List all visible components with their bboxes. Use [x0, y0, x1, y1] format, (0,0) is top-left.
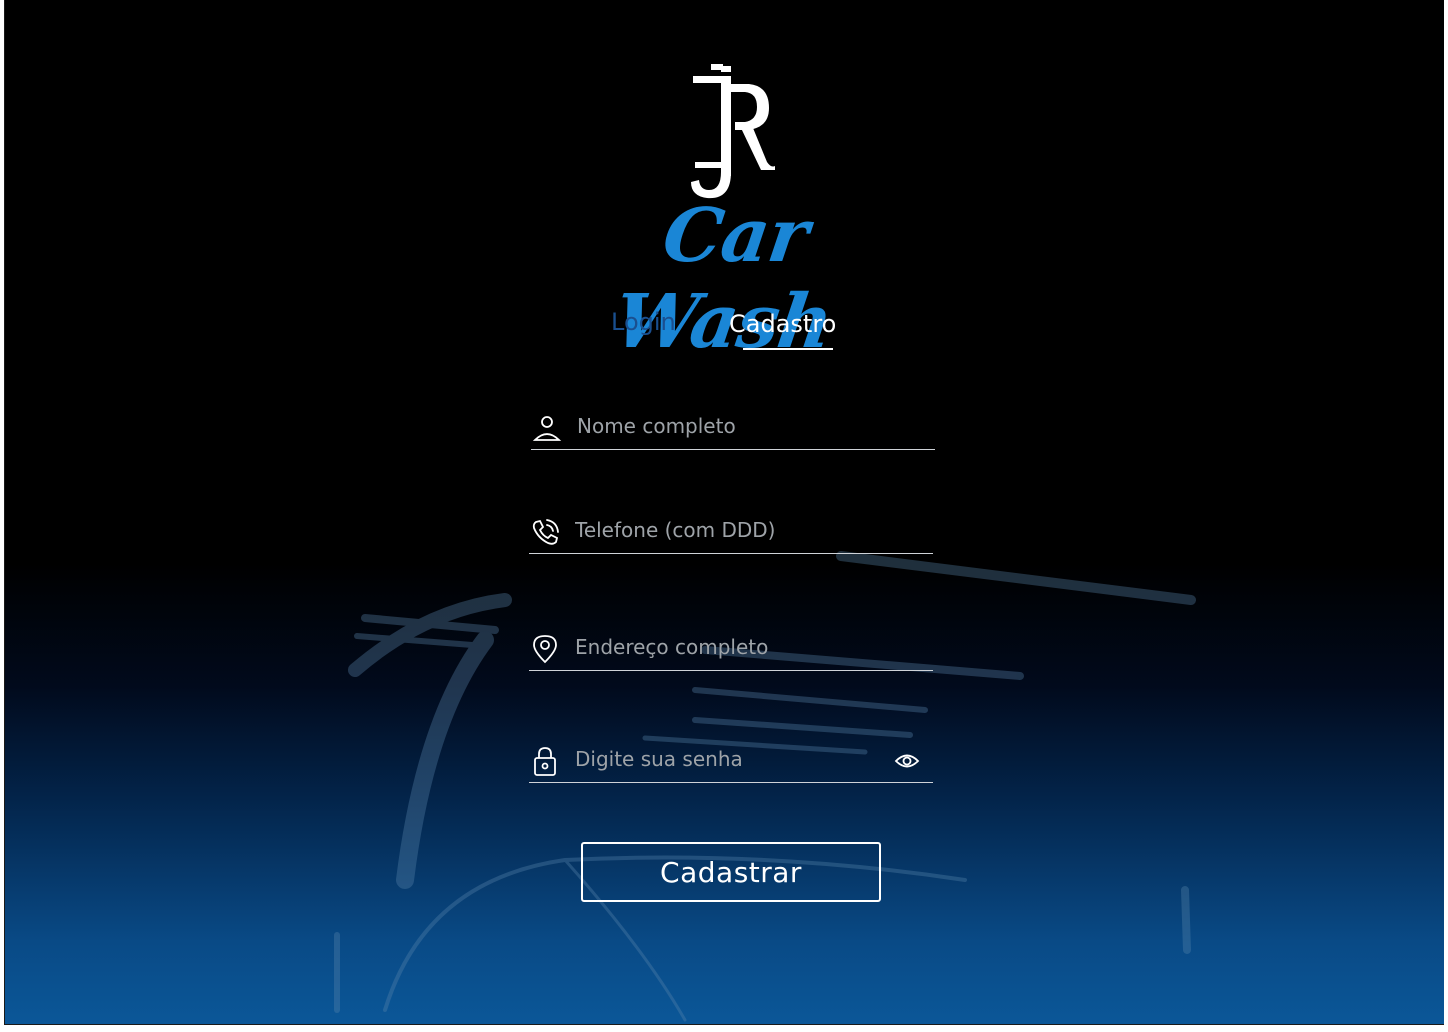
phone-field — [529, 510, 933, 554]
tab-cadastro[interactable]: Cadastro — [729, 310, 836, 338]
user-icon — [532, 416, 562, 441]
password-input[interactable] — [575, 741, 895, 777]
password-field — [529, 739, 933, 783]
brand-name: Car Wash — [609, 193, 838, 365]
brand-logo-icon — [691, 64, 775, 199]
address-input[interactable] — [575, 629, 895, 665]
active-tab-indicator — [743, 348, 833, 350]
signup-screen: Car Wash Login Cadastro Nome completo Te… — [4, 0, 1444, 1025]
phone-icon — [532, 519, 559, 545]
auth-tabs: Login Cadastro — [565, 306, 905, 356]
phone-input[interactable] — [575, 512, 895, 548]
name-field — [531, 406, 935, 450]
name-input[interactable] — [577, 408, 897, 444]
address-field — [529, 627, 933, 671]
lock-icon — [534, 747, 556, 776]
eye-icon[interactable] — [893, 747, 921, 775]
cadastrar-button[interactable]: Cadastrar — [581, 842, 881, 902]
location-pin-icon — [533, 635, 557, 664]
tab-login[interactable]: Login — [611, 308, 676, 336]
